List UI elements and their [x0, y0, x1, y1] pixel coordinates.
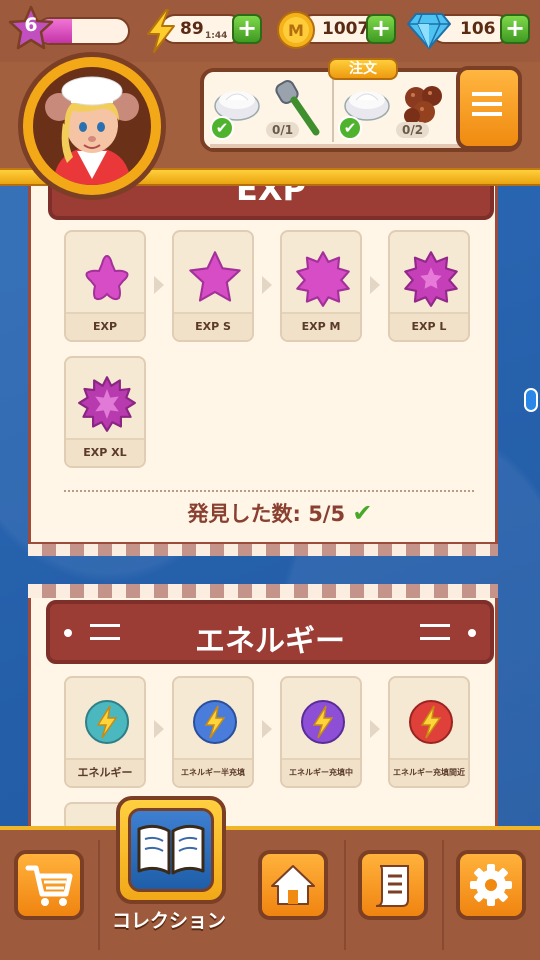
- order-item-count: 0/2: [396, 122, 430, 138]
- checkmark-icon: ✔: [352, 499, 373, 527]
- chef-portrait-icon: [45, 76, 139, 185]
- order-tag: 注文: [328, 58, 398, 80]
- collection-tile[interactable]: エネルギー半充填: [172, 676, 254, 788]
- energy-orb-icon: [301, 700, 345, 744]
- tile-label: EXP L: [390, 312, 468, 340]
- tile-label: エネルギー: [66, 758, 144, 786]
- coin-icon: M: [277, 11, 315, 49]
- svg-text:M: M: [288, 21, 304, 40]
- scroll-icon: [375, 865, 409, 907]
- home-button[interactable]: [258, 850, 328, 920]
- energy-value: 89: [180, 19, 204, 39]
- settings-button[interactable]: [456, 850, 526, 920]
- card-stripes: [28, 542, 498, 556]
- tile-label: EXP XL: [66, 438, 144, 466]
- found-count-label: 発見した数: 5/5: [187, 502, 346, 526]
- avatar-portrait: [33, 67, 151, 185]
- arrow-right-icon: [370, 720, 380, 738]
- collection-tile[interactable]: エネルギー充填中: [280, 676, 362, 788]
- energy-timer: 1:44: [205, 31, 228, 41]
- tile-label: エネルギー充填間近: [390, 758, 468, 786]
- diamond-icon: [407, 13, 451, 50]
- scroll-handle[interactable]: [524, 388, 538, 412]
- cart-icon: [25, 865, 73, 906]
- book-icon: [137, 824, 205, 875]
- lightning-icon: [147, 9, 175, 53]
- collection-tile[interactable]: EXP XL: [64, 356, 146, 468]
- energy-orb-icon: [85, 700, 129, 744]
- nav-separator: [344, 840, 346, 950]
- nav-separator: [98, 840, 100, 950]
- tile-label: エネルギー半充填: [174, 758, 252, 786]
- energy-orb-icon: [193, 700, 237, 744]
- tile-label: エネルギー充填中: [282, 758, 360, 786]
- energy-section-banner: エネルギー: [46, 600, 494, 664]
- tile-label: EXP S: [174, 312, 252, 340]
- order-item-count: 0/1: [266, 122, 300, 138]
- arrow-right-icon: [262, 276, 272, 294]
- star-icon: [189, 251, 241, 302]
- nav-separator: [442, 840, 444, 950]
- shop-button[interactable]: [14, 850, 84, 920]
- star-icon: [296, 251, 350, 307]
- tile-label: EXP M: [282, 312, 360, 340]
- avatar[interactable]: [18, 52, 166, 200]
- arrow-right-icon: [154, 720, 164, 738]
- collection-tile[interactable]: EXP: [64, 230, 146, 342]
- star-icon: [404, 251, 458, 307]
- add-energy-button[interactable]: +: [232, 14, 262, 44]
- gem-value: 106: [460, 19, 496, 39]
- list-icon-mid: [472, 102, 502, 106]
- banner-dot-icon: [468, 629, 476, 637]
- star-icon: [85, 254, 129, 301]
- collection-tile[interactable]: EXP M: [280, 230, 362, 342]
- checkmark-icon: ✔: [338, 116, 362, 140]
- add-coins-button[interactable]: +: [366, 14, 396, 44]
- add-gems-button[interactable]: +: [500, 14, 530, 44]
- banner-lines-icon: [420, 624, 450, 640]
- star-icon: [78, 376, 136, 432]
- arrow-right-icon: [370, 276, 380, 294]
- arrow-right-icon: [262, 720, 272, 738]
- level-number: 6: [24, 14, 38, 36]
- collection-tile[interactable]: エネルギー: [64, 676, 146, 788]
- coin-value: 1007: [322, 19, 370, 39]
- collection-tile[interactable]: エネルギー充填間近: [388, 676, 470, 788]
- checkmark-icon: ✔: [210, 116, 234, 140]
- order-list-button[interactable]: [456, 66, 522, 150]
- collection-tile[interactable]: EXP S: [172, 230, 254, 342]
- tile-label: EXP: [66, 312, 144, 340]
- collection-tile[interactable]: EXP L: [388, 230, 470, 342]
- card-stripes: [28, 584, 498, 598]
- energy-orb-icon: [409, 700, 453, 744]
- order-divider: [332, 78, 334, 142]
- dotted-divider: [64, 490, 474, 492]
- collection-button[interactable]: [116, 796, 226, 904]
- collection-label: コレクション: [111, 910, 226, 932]
- quests-button[interactable]: [358, 850, 428, 920]
- home-icon: [271, 865, 315, 905]
- arrow-right-icon: [154, 276, 164, 294]
- gear-icon: [470, 864, 512, 906]
- collection-button-inner: [128, 808, 214, 892]
- found-count: 発見した数: 5/5 ✔: [140, 498, 420, 528]
